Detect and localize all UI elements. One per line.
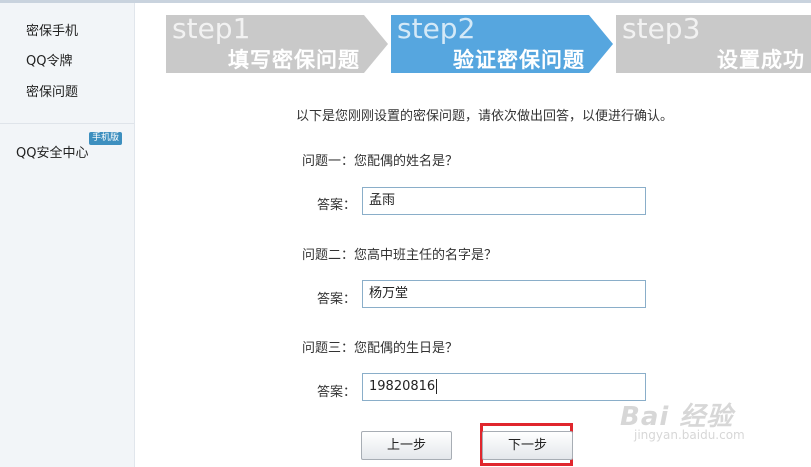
watermark-url: jingyan.baidu.com: [634, 428, 745, 442]
sidebar-item-security-center[interactable]: QQ安全中心: [16, 142, 88, 161]
sidebar: 密保手机 QQ令牌 密保问题 QQ安全中心 手机版: [0, 3, 135, 467]
step-2-title: 验证密保问题: [453, 48, 585, 72]
step-2-number: step2: [397, 12, 476, 45]
text-caret: [436, 379, 438, 394]
step-2: step2 验证密保问题: [391, 12, 613, 73]
answer-3-label: 答案：: [317, 385, 357, 400]
answer-2-value: 杨万堂: [369, 286, 409, 301]
sidebar-item-security-questions[interactable]: 密保问题: [26, 81, 78, 100]
answer-3-value: 19820816: [369, 379, 436, 394]
answer-1-value: 孟雨: [369, 193, 396, 208]
sidebar-item-secure-phone[interactable]: 密保手机: [26, 20, 78, 39]
instruction-text: 以下是您刚刚设置的密保问题，请依次做出回答，以便进行确认。: [296, 109, 674, 124]
baidu-jingyan-watermark: Bai 经验 jingyan.baidu.com: [620, 396, 745, 442]
step-3-title: 设置成功: [717, 48, 805, 72]
mobile-version-badge[interactable]: 手机版: [89, 132, 123, 145]
step-1-title: 填写密保问题: [228, 48, 360, 72]
answer-2-label: 答案：: [317, 292, 357, 307]
step-1-number: step1: [172, 12, 251, 45]
answer-1-input[interactable]: 孟雨: [362, 187, 646, 215]
question-2-label: 问题二：您高中班主任的名字是？: [302, 248, 498, 263]
answer-1-label: 答案：: [317, 198, 357, 213]
step-3-number: step3: [622, 15, 701, 45]
sidebar-divider: [0, 123, 134, 124]
question-3-label: 问题三：您配偶的生日是？: [302, 341, 459, 356]
step-3: step3 设置成功: [616, 15, 811, 73]
next-step-button[interactable]: 下一步: [482, 431, 573, 460]
question-1-label: 问题一：您配偶的姓名是？: [302, 154, 459, 169]
step-1: step1 填写密保问题: [166, 12, 388, 73]
answer-3-input[interactable]: 19820816: [362, 373, 646, 401]
sidebar-item-qq-token[interactable]: QQ令牌: [26, 50, 72, 69]
answer-2-input[interactable]: 杨万堂: [362, 280, 646, 308]
prev-step-button[interactable]: 上一步: [361, 431, 452, 460]
